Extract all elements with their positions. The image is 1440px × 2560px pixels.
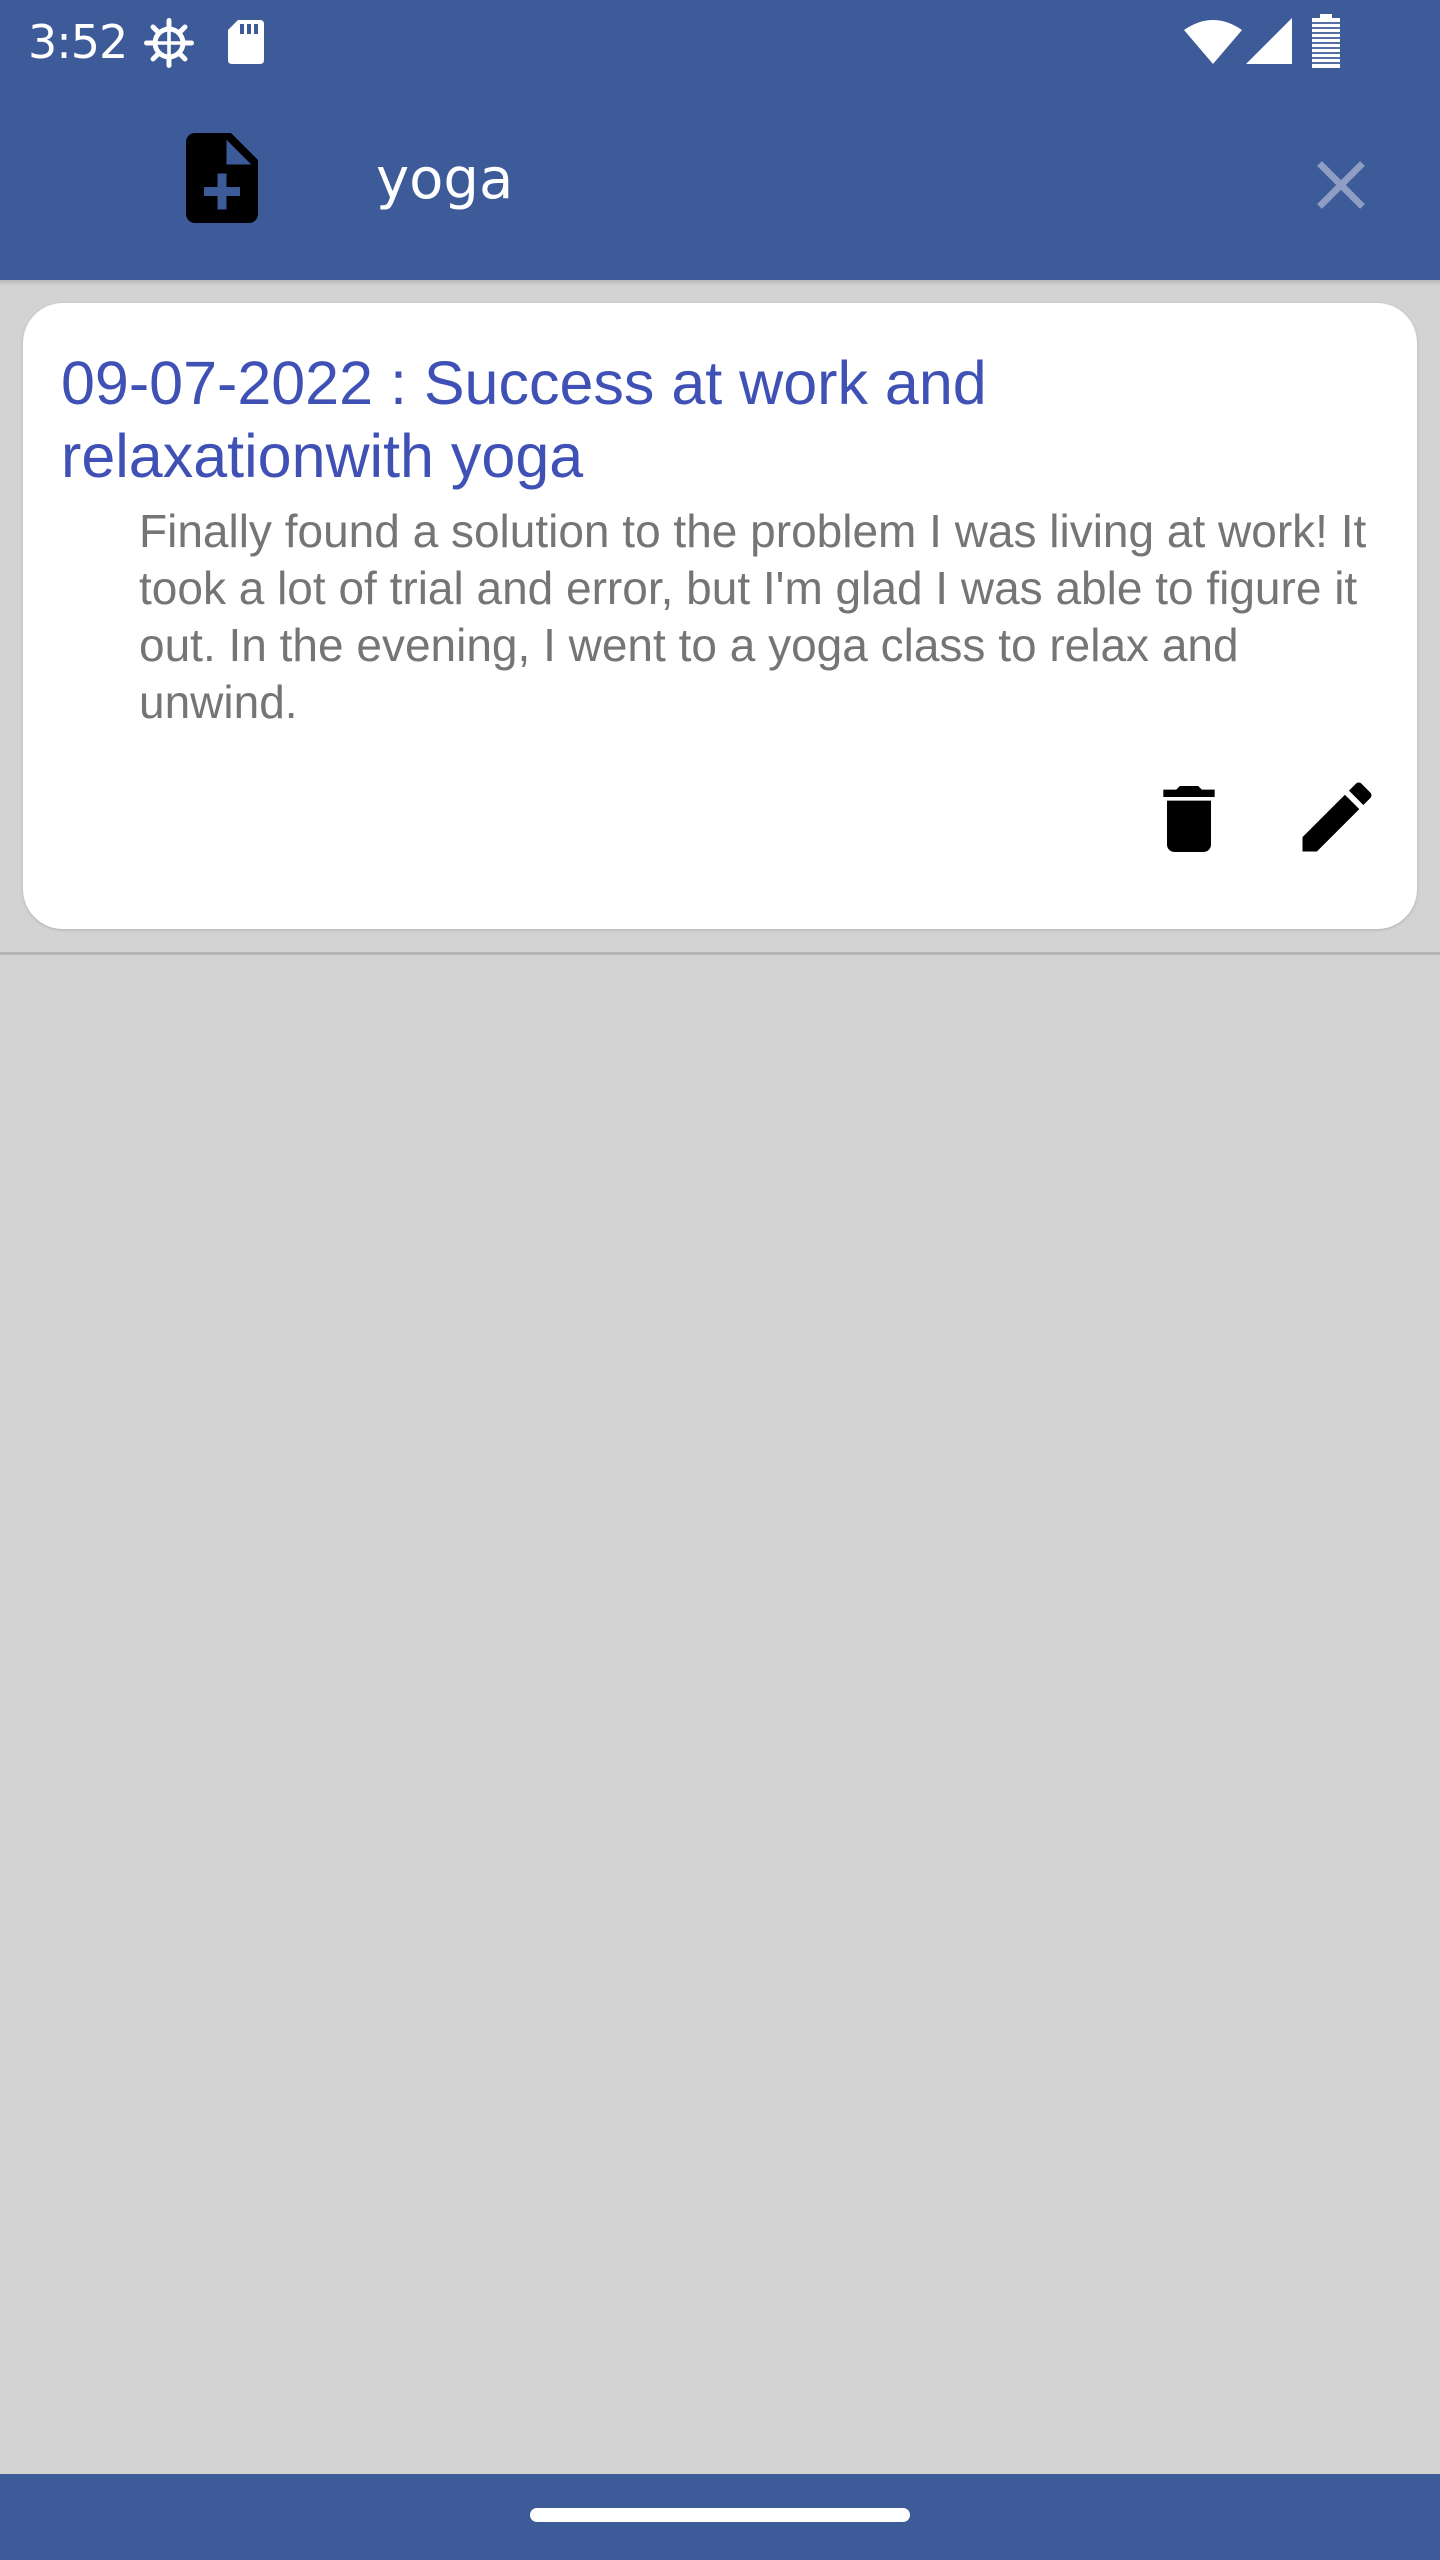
sd-card-icon — [228, 20, 264, 64]
status-time: 3:52 — [28, 15, 128, 69]
delete-note-button[interactable] — [1145, 775, 1233, 863]
app-bar — [0, 84, 1440, 280]
list-divider — [0, 952, 1440, 955]
delete-icon — [1163, 786, 1215, 852]
note-card[interactable]: 09-07-2022 : Success at work and relaxat… — [23, 303, 1417, 929]
cell-signal-icon — [1246, 18, 1292, 64]
status-bar: 3:52 — [0, 0, 1440, 84]
settings-gear-icon — [144, 18, 194, 68]
home-gesture-handle[interactable] — [530, 2508, 910, 2522]
search-input[interactable] — [376, 144, 1276, 214]
edit-icon — [1302, 782, 1372, 852]
note-title: 09-07-2022 : Success at work and relaxat… — [61, 349, 987, 490]
battery-icon — [1312, 14, 1340, 68]
clear-search-button[interactable] — [1300, 144, 1382, 226]
note-body: Finally found a solution to the problem … — [139, 505, 1367, 728]
navigation-bar — [0, 2474, 1440, 2560]
app-bar-shadow — [0, 280, 1440, 286]
edit-note-button[interactable] — [1291, 771, 1383, 863]
wifi-icon — [1184, 20, 1242, 64]
add-note-button[interactable] — [168, 124, 276, 232]
close-icon — [1317, 161, 1365, 209]
note-add-icon — [186, 133, 258, 223]
